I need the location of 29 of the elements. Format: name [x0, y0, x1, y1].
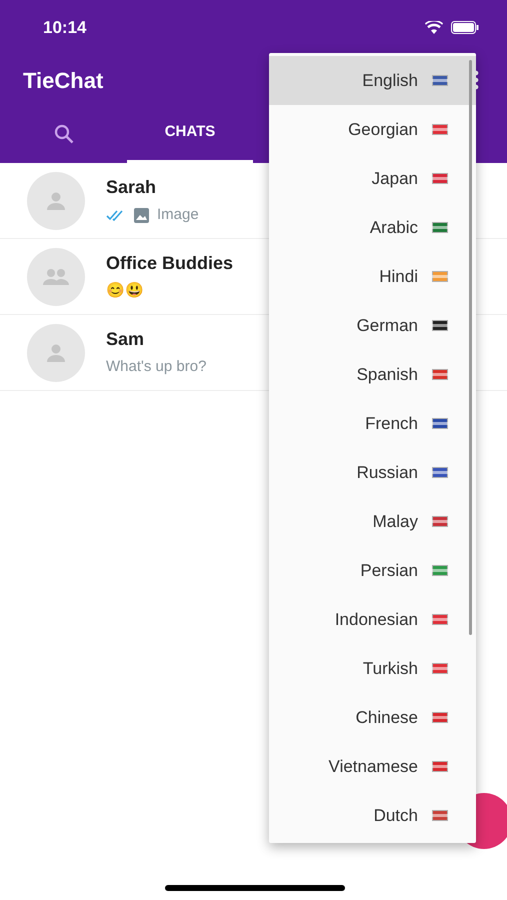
chat-name: Office Buddies — [106, 252, 234, 276]
language-option[interactable]: Chinese — [269, 693, 476, 742]
scrollbar-thumb[interactable] — [469, 60, 472, 635]
chat-name: Sam — [106, 328, 146, 352]
group-icon — [42, 266, 70, 286]
person-icon — [46, 190, 66, 210]
app-title: TieChat — [23, 66, 104, 94]
person-icon — [46, 342, 66, 362]
chat-name: Sarah — [106, 176, 158, 200]
language-option[interactable]: Dutch — [269, 791, 476, 840]
wifi-icon — [425, 21, 443, 34]
search-icon[interactable] — [54, 124, 74, 144]
language-option[interactable]: Turkish — [269, 644, 476, 693]
language-option[interactable]: Indonesian — [269, 595, 476, 644]
battery-icon — [451, 21, 479, 34]
language-option[interactable]: Vietnamese — [269, 742, 476, 791]
language-option[interactable]: Hindi — [269, 252, 476, 301]
chat-preview: Image — [157, 205, 199, 226]
language-option[interactable]: Georgian — [269, 105, 476, 154]
language-option[interactable]: Persian — [269, 546, 476, 595]
language-option[interactable]: Russian — [269, 448, 476, 497]
image-icon — [134, 208, 149, 223]
status-time: 10:14 — [43, 16, 86, 39]
chat-preview: What's up bro? — [106, 357, 206, 378]
chat-preview: 😊😃 — [106, 281, 145, 302]
language-option[interactable]: Malay — [269, 497, 476, 546]
tab[interactable]: CHATS — [127, 105, 253, 163]
language-option[interactable]: French — [269, 399, 476, 448]
language-option[interactable]: English — [269, 56, 476, 105]
